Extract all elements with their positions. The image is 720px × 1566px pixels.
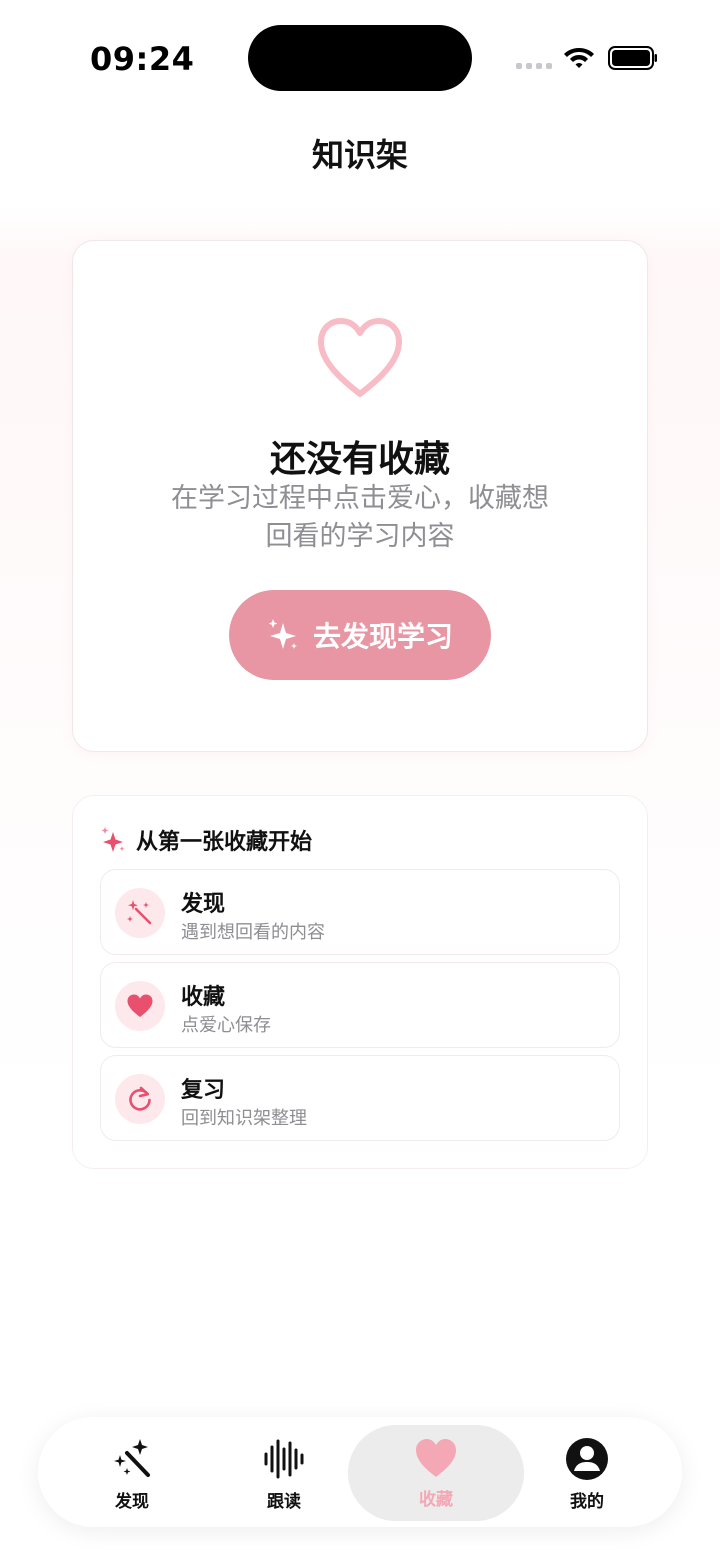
- tab-label: 收藏: [419, 1490, 453, 1510]
- step-icon-badge: [115, 981, 165, 1031]
- page-title: 知识架: [311, 136, 408, 174]
- tab-favorites[interactable]: 收藏: [348, 1425, 524, 1521]
- magic-wand-icon: [114, 1439, 150, 1477]
- tab-label: 我的: [570, 1492, 604, 1512]
- dynamic-island: [248, 25, 472, 91]
- screen: 09:24 知识架 还没有收藏 在学习过程中点击爱心，收藏想回看的学习内容 去发…: [0, 0, 720, 1566]
- discover-learning-button[interactable]: 去发现学习: [229, 590, 491, 680]
- tab-label: 跟读: [267, 1492, 301, 1512]
- refresh-icon: [129, 1086, 151, 1111]
- heart-icon: [416, 1439, 456, 1477]
- guide-heading-text: 从第一张收藏开始: [136, 830, 313, 855]
- heart-icon: [127, 994, 153, 1017]
- waveform-icon: [264, 1439, 304, 1479]
- cellular-signal-icon: [516, 63, 552, 69]
- empty-state-subtitle: 在学习过程中点击爱心，收藏想回看的学习内容: [171, 483, 549, 552]
- tab-label: 发现: [115, 1492, 149, 1512]
- guide-heading: 从第一张收藏开始: [100, 824, 312, 856]
- guide-step-discover[interactable]: 发现 遇到想回看的内容: [100, 869, 620, 955]
- battery-icon: [608, 46, 657, 70]
- sparkles-icon: [101, 827, 125, 852]
- discover-learning-label: 去发现学习: [312, 620, 453, 653]
- empty-state-title: 还没有收藏: [269, 439, 450, 480]
- step-title: 发现: [181, 892, 226, 917]
- tab-profile[interactable]: 我的: [499, 1425, 675, 1521]
- guide-step-review[interactable]: 复习 回到知识架整理: [100, 1055, 620, 1141]
- heart-outline-icon: [318, 318, 402, 397]
- status-time: 09:24: [90, 40, 195, 78]
- step-title: 收藏: [181, 985, 226, 1010]
- step-title: 复习: [181, 1078, 226, 1103]
- guide-step-favorite[interactable]: 收藏 点爱心保存: [100, 962, 620, 1048]
- person-icon: [566, 1438, 608, 1480]
- step-icon-badge: [115, 1074, 165, 1124]
- magic-wand-icon: [127, 900, 152, 925]
- step-description: 回到知识架整理: [181, 1108, 307, 1129]
- sparkles-icon: [268, 619, 297, 649]
- step-description: 遇到想回看的内容: [181, 922, 325, 943]
- wifi-icon: [564, 48, 594, 68]
- tab-discover[interactable]: 发现: [44, 1425, 220, 1521]
- step-description: 点爱心保存: [181, 1015, 271, 1036]
- step-icon-badge: [115, 888, 165, 938]
- tab-read-along[interactable]: 跟读: [196, 1425, 372, 1521]
